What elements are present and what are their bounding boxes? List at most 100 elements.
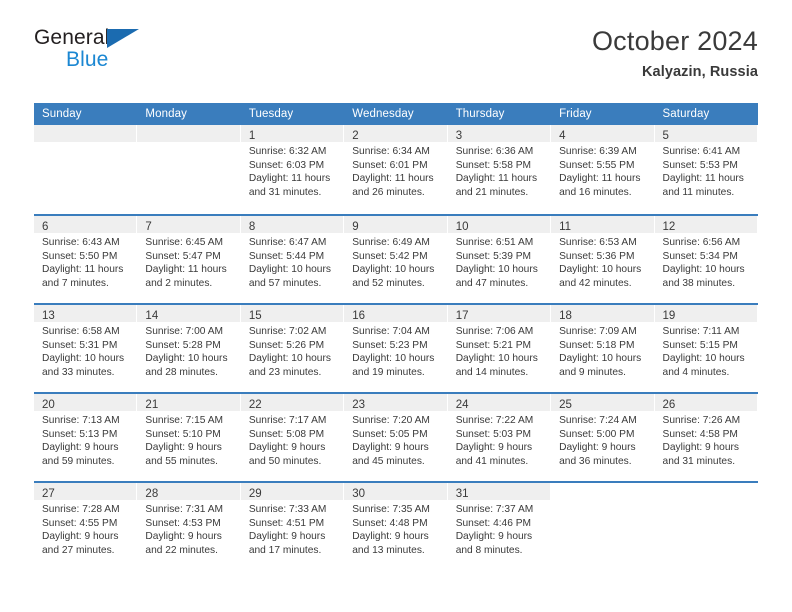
day-cell[interactable]: 30 Sunrise: 7:35 AM Sunset: 4:48 PM Dayl… (344, 481, 448, 570)
calendar-week-row: 13 Sunrise: 6:58 AM Sunset: 5:31 PM Dayl… (34, 303, 758, 392)
logo-text-general: General (34, 26, 110, 49)
day-cell[interactable]: 20 Sunrise: 7:13 AM Sunset: 5:13 PM Dayl… (34, 392, 138, 481)
day-cell[interactable]: 13 Sunrise: 6:58 AM Sunset: 5:31 PM Dayl… (34, 303, 138, 392)
day-details: Sunrise: 7:37 AM Sunset: 4:46 PM Dayligh… (448, 500, 551, 557)
day-cell[interactable] (551, 481, 655, 570)
weekday-header-monday: Monday (137, 103, 241, 125)
day-cell[interactable] (137, 125, 241, 214)
day-number-band: 5 (654, 125, 757, 142)
day-number: 6 (42, 221, 49, 233)
day-number: 21 (145, 399, 159, 411)
day-cell[interactable]: 9 Sunrise: 6:49 AM Sunset: 5:42 PM Dayli… (344, 214, 448, 303)
day-cell[interactable]: 21 Sunrise: 7:15 AM Sunset: 5:10 PM Dayl… (137, 392, 241, 481)
day-number: 1 (248, 130, 256, 142)
day-cell[interactable]: 3 Sunrise: 6:36 AM Sunset: 5:58 PM Dayli… (447, 125, 552, 214)
day-details: Sunrise: 6:58 AM Sunset: 5:31 PM Dayligh… (34, 322, 137, 379)
day-details: Sunrise: 7:13 AM Sunset: 5:13 PM Dayligh… (34, 411, 137, 468)
day-cell[interactable]: 18 Sunrise: 7:09 AM Sunset: 5:18 PM Dayl… (551, 303, 655, 392)
day-number-band: 13 (34, 305, 137, 322)
day-number-band: 9 (344, 216, 447, 233)
daylight-text-line1: Daylight: 9 hours (455, 442, 533, 454)
sunset-text: Sunset: 4:46 PM (455, 517, 532, 529)
day-cell[interactable]: 19 Sunrise: 7:11 AM Sunset: 5:15 PM Dayl… (654, 303, 758, 392)
day-number-band: 22 (240, 394, 344, 411)
day-cell[interactable]: 7 Sunrise: 6:45 AM Sunset: 5:47 PM Dayli… (137, 214, 241, 303)
day-cell[interactable]: 25 Sunrise: 7:24 AM Sunset: 5:00 PM Dayl… (551, 392, 655, 481)
sunset-text: Sunset: 5:42 PM (352, 250, 428, 262)
day-number-band: 4 (551, 125, 654, 142)
day-number: 4 (559, 130, 566, 142)
sunrise-text: Sunrise: 7:11 AM (662, 326, 740, 337)
day-cell[interactable]: 11 Sunrise: 6:53 AM Sunset: 5:36 PM Dayl… (551, 214, 655, 303)
logo-triangle-icon (107, 29, 139, 48)
day-cell[interactable] (654, 481, 758, 570)
day-cell[interactable]: 12 Sunrise: 6:56 AM Sunset: 5:34 PM Dayl… (654, 214, 758, 303)
sunrise-text: Sunrise: 7:00 AM (145, 326, 224, 337)
day-number: 13 (42, 310, 55, 322)
day-number-band (551, 483, 653, 500)
weekday-header-thursday: Thursday (447, 103, 552, 125)
page-masthead: General Blue October 2024 Kalyazin, Russ… (0, 26, 792, 98)
daylight-text-line2: and 8 minutes. (455, 544, 523, 556)
daylight-text-line1: Daylight: 9 hours (662, 442, 739, 454)
day-number-band (655, 483, 757, 500)
day-cell[interactable]: 22 Sunrise: 7:17 AM Sunset: 5:08 PM Dayl… (240, 392, 345, 481)
day-cell[interactable]: 29 Sunrise: 7:33 AM Sunset: 4:51 PM Dayl… (240, 481, 345, 570)
day-details: Sunrise: 6:41 AM Sunset: 5:53 PM Dayligh… (655, 142, 758, 199)
day-cell[interactable]: 27 Sunrise: 7:28 AM Sunset: 4:55 PM Dayl… (34, 481, 138, 570)
weekday-header-wednesday: Wednesday (344, 103, 448, 125)
general-blue-logo[interactable]: General Blue (34, 26, 154, 82)
day-number-band: 16 (344, 305, 447, 322)
day-cell[interactable]: 5 Sunrise: 6:41 AM Sunset: 5:53 PM Dayli… (654, 125, 758, 214)
day-cell[interactable]: 24 Sunrise: 7:22 AM Sunset: 5:03 PM Dayl… (447, 392, 552, 481)
day-cell[interactable]: 2 Sunrise: 6:34 AM Sunset: 6:01 PM Dayli… (344, 125, 448, 214)
day-number: 10 (455, 221, 469, 233)
day-cell[interactable]: 10 Sunrise: 6:51 AM Sunset: 5:39 PM Dayl… (447, 214, 552, 303)
sunrise-text: Sunrise: 6:39 AM (559, 146, 637, 157)
day-number: 11 (559, 221, 572, 233)
day-cell[interactable]: 1 Sunrise: 6:32 AM Sunset: 6:03 PM Dayli… (240, 125, 345, 214)
daylight-text-line2: and 55 minutes. (145, 455, 218, 467)
daylight-text-line1: Daylight: 9 hours (559, 442, 636, 454)
day-details: Sunrise: 7:28 AM Sunset: 4:55 PM Dayligh… (34, 500, 137, 557)
sunrise-text: Sunrise: 7:24 AM (559, 415, 637, 426)
day-details: Sunrise: 6:53 AM Sunset: 5:36 PM Dayligh… (551, 233, 654, 290)
sunrise-text: Sunrise: 6:43 AM (42, 237, 120, 248)
day-cell[interactable]: 4 Sunrise: 6:39 AM Sunset: 5:55 PM Dayli… (551, 125, 655, 214)
daylight-text-line2: and 7 minutes. (42, 277, 109, 289)
day-cell[interactable]: 15 Sunrise: 7:02 AM Sunset: 5:26 PM Dayl… (240, 303, 345, 392)
sunset-text: Sunset: 5:34 PM (662, 250, 738, 262)
day-number: 15 (248, 310, 262, 322)
daylight-text-line1: Daylight: 9 hours (42, 531, 119, 543)
daylight-text-line2: and 45 minutes. (352, 455, 425, 467)
daylight-text-line1: Daylight: 10 hours (559, 353, 642, 365)
day-cell[interactable]: 26 Sunrise: 7:26 AM Sunset: 4:58 PM Dayl… (654, 392, 758, 481)
daylight-text-line1: Daylight: 10 hours (662, 353, 745, 365)
daylight-text-line1: Daylight: 9 hours (248, 531, 326, 543)
day-number-band: 7 (137, 216, 240, 233)
day-cell[interactable]: 8 Sunrise: 6:47 AM Sunset: 5:44 PM Dayli… (240, 214, 345, 303)
day-cell[interactable]: 6 Sunrise: 6:43 AM Sunset: 5:50 PM Dayli… (34, 214, 138, 303)
day-number: 28 (145, 488, 159, 500)
day-cell[interactable]: 31 Sunrise: 7:37 AM Sunset: 4:46 PM Dayl… (447, 481, 552, 570)
day-details (655, 500, 758, 503)
daylight-text-line1: Daylight: 9 hours (145, 531, 222, 543)
day-number: 2 (352, 130, 359, 142)
day-cell[interactable]: 17 Sunrise: 7:06 AM Sunset: 5:21 PM Dayl… (447, 303, 552, 392)
daylight-text-line2: and 59 minutes. (42, 455, 115, 467)
calendar-page: General Blue October 2024 Kalyazin, Russ… (0, 0, 792, 612)
day-number: 30 (352, 488, 366, 500)
day-number: 17 (455, 310, 469, 322)
day-cell[interactable] (34, 125, 138, 214)
daylight-text-line2: and 26 minutes. (352, 186, 425, 198)
day-details (34, 142, 137, 145)
day-number: 24 (455, 399, 469, 411)
day-number-band: 26 (654, 394, 757, 411)
day-cell[interactable]: 14 Sunrise: 7:00 AM Sunset: 5:28 PM Dayl… (137, 303, 241, 392)
sunset-text: Sunset: 5:08 PM (248, 428, 325, 440)
day-cell[interactable]: 28 Sunrise: 7:31 AM Sunset: 4:53 PM Dayl… (137, 481, 241, 570)
day-cell[interactable]: 16 Sunrise: 7:04 AM Sunset: 5:23 PM Dayl… (344, 303, 448, 392)
calendar-body: 1 Sunrise: 6:32 AM Sunset: 6:03 PM Dayli… (34, 125, 758, 570)
day-details: Sunrise: 7:26 AM Sunset: 4:58 PM Dayligh… (655, 411, 758, 468)
day-cell[interactable]: 23 Sunrise: 7:20 AM Sunset: 5:05 PM Dayl… (344, 392, 448, 481)
